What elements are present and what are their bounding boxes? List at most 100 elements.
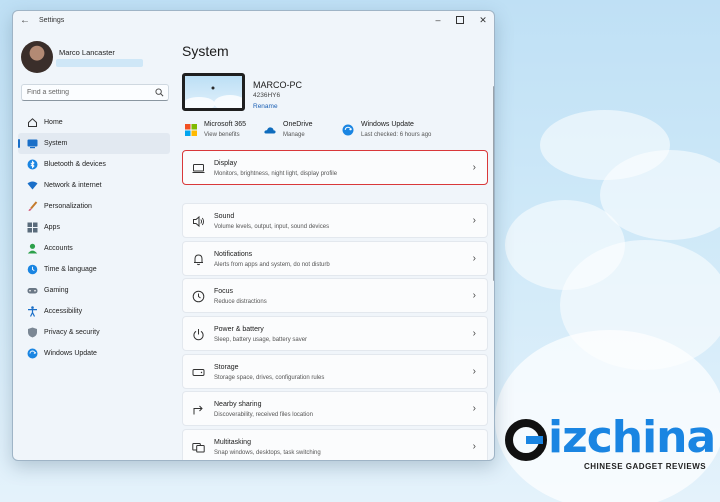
update-icon — [27, 348, 38, 359]
maximize-icon[interactable] — [453, 14, 467, 26]
home-icon — [27, 117, 38, 128]
sidebar-item-label: Windows Update — [44, 350, 97, 357]
avatar[interactable] — [21, 41, 53, 73]
card-subtitle: Snap windows, desktops, task switching — [214, 450, 321, 456]
minimize-icon[interactable]: – — [431, 14, 445, 26]
settings-window: ← Settings – ✕ Marco Lancaster Home — [12, 10, 495, 461]
gamepad-icon — [27, 285, 38, 296]
chevron-right-icon: › — [472, 215, 476, 226]
sidebar-item-label: Apps — [44, 224, 60, 231]
title-bar: ← Settings – ✕ — [13, 11, 494, 31]
system-icon — [27, 138, 38, 149]
sidebar-item-label: Accounts — [44, 245, 73, 252]
sidebar-item-system[interactable]: System — [18, 133, 170, 154]
sidebar-item-bluetooth[interactable]: Bluetooth & devices — [18, 154, 170, 175]
user-email-redacted — [56, 59, 143, 67]
sidebar-item-label: Bluetooth & devices — [44, 161, 106, 168]
sidebar-item-label: Home — [44, 119, 63, 126]
gizchina-logo-mark — [505, 419, 547, 461]
speaker-icon — [193, 215, 204, 228]
focus-icon — [192, 290, 205, 303]
quick-link-title: OneDrive — [283, 121, 313, 128]
sidebar-item-home[interactable]: Home — [18, 112, 170, 133]
sidebar-item-label: Network & internet — [44, 182, 102, 189]
bell-icon — [194, 254, 203, 266]
sound-card[interactable]: Sound Volume levels, output, input, soun… — [182, 203, 488, 238]
card-title: Focus — [214, 288, 234, 295]
gizchina-watermark: izchina CHINESE GADGET REVIEWS — [504, 414, 716, 474]
multitasking-card[interactable]: Multitasking Snap windows, desktops, tas… — [182, 429, 488, 460]
notifications-card[interactable]: Notifications Alerts from apps and syste… — [182, 241, 488, 276]
search-box[interactable] — [21, 84, 169, 101]
sidebar-item-windows-update[interactable]: Windows Update — [18, 343, 170, 364]
card-title: Sound — [214, 213, 235, 220]
sidebar-item-label: Accessibility — [44, 308, 83, 315]
globe-clock-icon — [27, 264, 38, 275]
close-icon[interactable]: ✕ — [476, 14, 490, 26]
wallpaper-preview — [185, 86, 242, 108]
back-arrow-icon[interactable]: ← — [20, 15, 30, 26]
sidebar-item-accounts[interactable]: Accounts — [18, 238, 170, 259]
focus-card[interactable]: Focus Reduce distractions › — [182, 278, 488, 313]
active-indicator — [18, 139, 20, 148]
card-subtitle: Alerts from apps and system, do not dist… — [214, 262, 330, 268]
scrollbar[interactable] — [493, 86, 494, 281]
card-subtitle: Monitors, brightness, night light, displ… — [214, 171, 338, 177]
card-subtitle: Storage space, drives, configuration rul… — [214, 375, 325, 381]
onedrive-icon — [264, 127, 276, 134]
card-subtitle: Sleep, battery usage, battery saver — [214, 337, 308, 343]
sidebar-nav: Home System Bluetooth & devices Network … — [18, 112, 170, 364]
sidebar-item-label: Time & language — [44, 266, 97, 273]
card-title: Multitasking — [214, 439, 251, 446]
sidebar-item-label: Personalization — [44, 203, 92, 210]
power-icon — [193, 329, 204, 341]
pc-model: 4236HY6 — [253, 92, 281, 99]
display-icon — [192, 164, 205, 173]
sidebar-item-personalization[interactable]: Personalization — [18, 196, 170, 217]
card-title: Storage — [214, 364, 239, 371]
quick-link-subtitle: View benefits — [204, 132, 240, 138]
sidebar-item-privacy[interactable]: Privacy & security — [18, 322, 170, 343]
microsoft-icon — [185, 124, 197, 136]
page-title: System — [182, 43, 229, 59]
pc-thumbnail — [182, 73, 245, 111]
card-subtitle: Discoverability, received files location — [214, 412, 313, 418]
chevron-right-icon: › — [472, 290, 476, 301]
bluetooth-icon — [27, 159, 38, 170]
card-subtitle: Volume levels, output, input, sound devi… — [214, 224, 330, 230]
sidebar-item-label: Gaming — [44, 287, 69, 294]
chevron-right-icon: › — [472, 366, 476, 377]
storage-card[interactable]: Storage Storage space, drives, configura… — [182, 354, 488, 389]
sidebar-item-label: Privacy & security — [44, 329, 100, 336]
quick-link-subtitle: Manage — [283, 132, 305, 138]
sidebar-item-time-language[interactable]: Time & language — [18, 259, 170, 280]
multitasking-icon — [192, 443, 205, 453]
user-name: Marco Lancaster — [59, 48, 115, 57]
share-icon — [193, 405, 203, 415]
update-icon — [342, 124, 354, 136]
quick-link-subtitle: Last checked: 6 hours ago — [361, 132, 432, 138]
power-battery-card[interactable]: Power & battery Sleep, battery usage, ba… — [182, 316, 488, 351]
quick-link-title: Microsoft 365 — [204, 121, 247, 128]
nearby-sharing-card[interactable]: Nearby sharing Discoverability, received… — [182, 391, 488, 426]
accounts-icon — [27, 243, 38, 254]
sidebar-item-network[interactable]: Network & internet — [18, 175, 170, 196]
accessibility-icon — [27, 306, 38, 317]
pc-name: MARCO-PC — [253, 80, 302, 90]
card-title: Display — [214, 160, 237, 167]
chevron-right-icon: › — [472, 162, 476, 173]
network-icon — [27, 180, 38, 191]
card-subtitle: Reduce distractions — [214, 299, 267, 305]
sidebar-item-label: System — [44, 140, 68, 147]
search-icon[interactable] — [155, 88, 164, 97]
storage-icon — [192, 369, 205, 376]
search-input[interactable] — [27, 87, 147, 98]
sidebar-item-gaming[interactable]: Gaming — [18, 280, 170, 301]
sidebar-item-apps[interactable]: Apps — [18, 217, 170, 238]
shield-icon — [27, 327, 38, 338]
apps-icon — [27, 222, 38, 233]
card-title: Notifications — [214, 251, 253, 258]
display-card[interactable]: Display Monitors, brightness, night ligh… — [182, 150, 488, 185]
rename-link[interactable]: Rename — [253, 103, 278, 110]
sidebar-item-accessibility[interactable]: Accessibility — [18, 301, 170, 322]
